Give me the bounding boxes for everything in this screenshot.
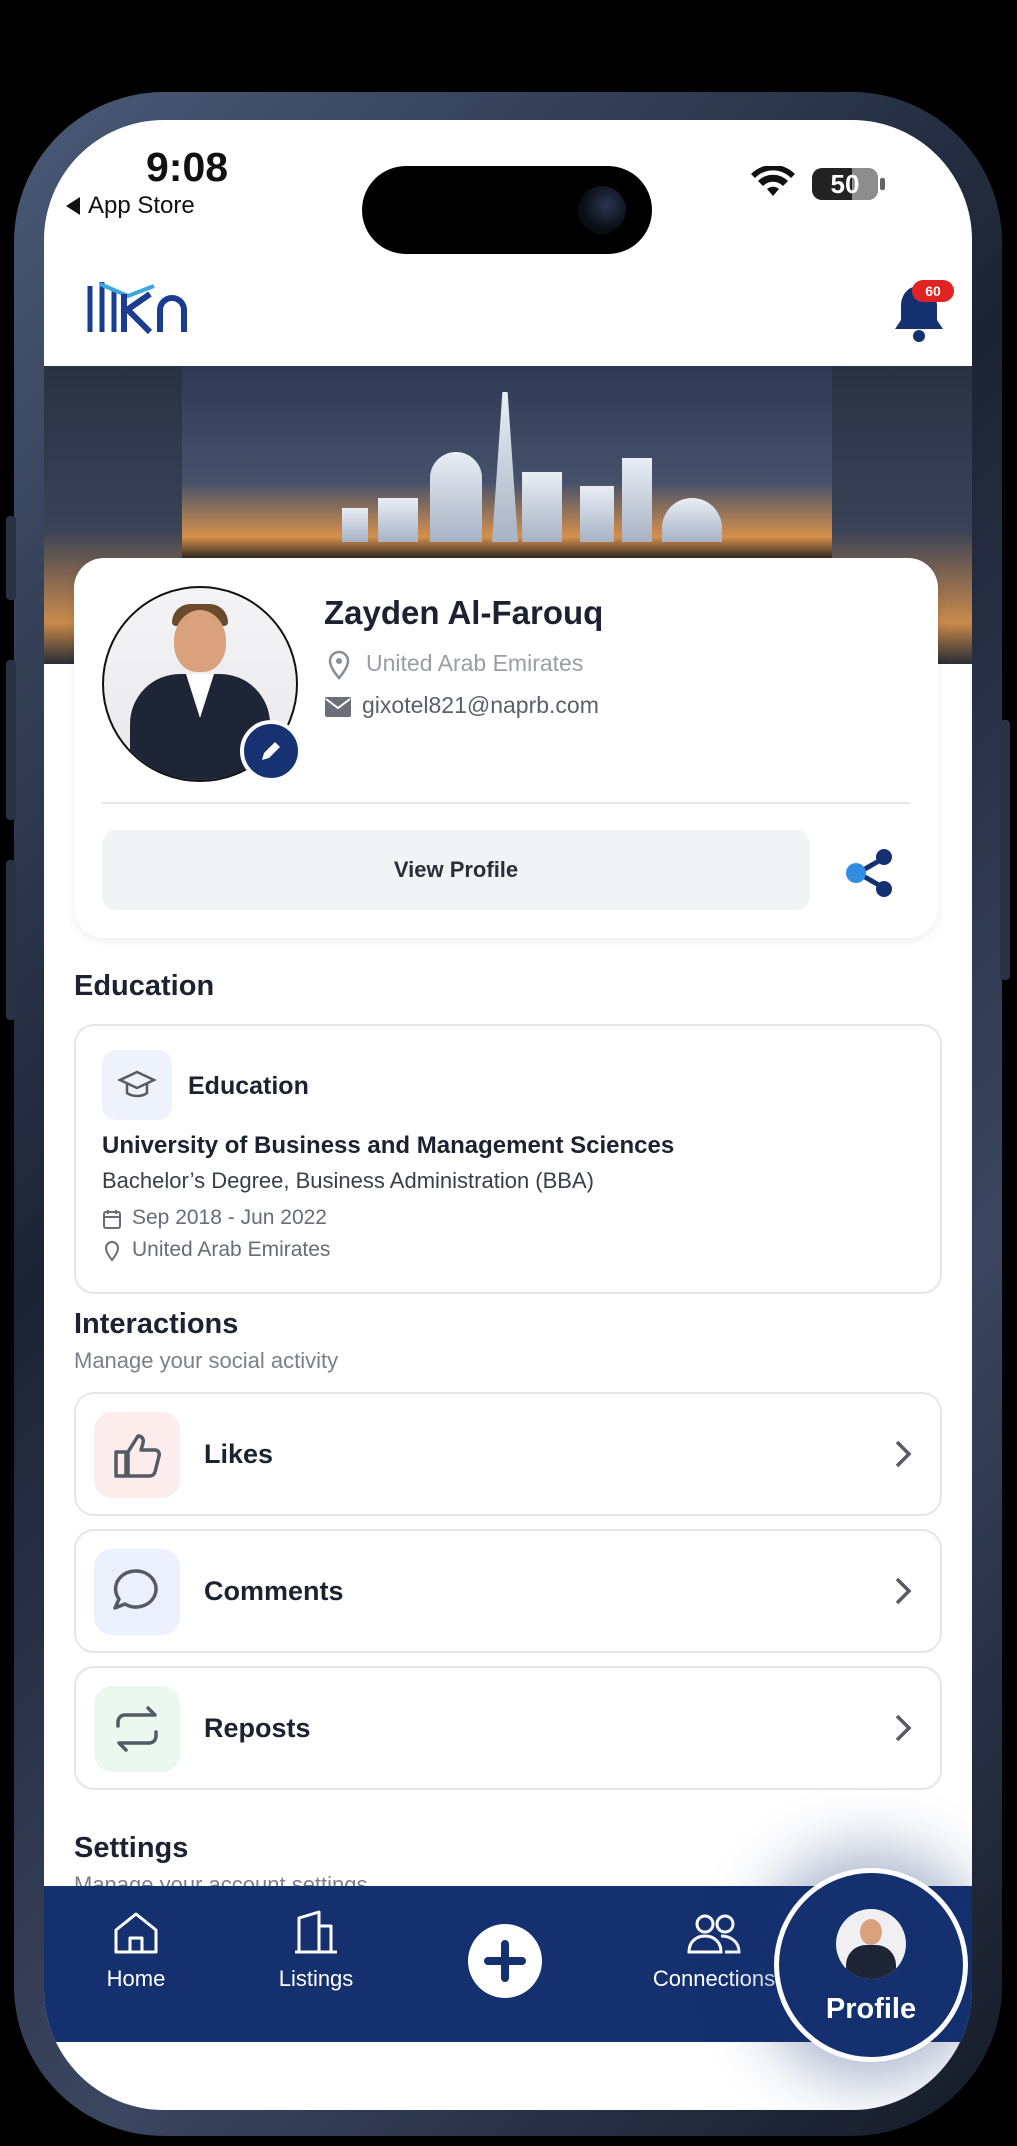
edit-avatar-button[interactable] — [240, 720, 302, 782]
back-to-app-store[interactable]: App Store — [66, 192, 195, 220]
notification-badge: 60 — [912, 280, 954, 302]
share-icon[interactable] — [844, 846, 898, 900]
divider — [102, 802, 910, 804]
nav-home-label: Home — [106, 1966, 166, 1991]
nav-profile[interactable]: Profile — [774, 1868, 968, 2062]
settings-section-title: Settings — [74, 1832, 189, 1864]
reposts-row[interactable]: Reposts — [74, 1666, 942, 1790]
calendar-icon — [103, 1210, 121, 1229]
repost-icon — [94, 1686, 180, 1772]
view-profile-button[interactable]: View Profile — [102, 830, 810, 910]
home-icon — [114, 1912, 158, 1954]
app-logo[interactable] — [84, 276, 202, 354]
add-post-button[interactable] — [468, 1924, 542, 1998]
chevron-right-icon — [895, 1714, 912, 1742]
likes-label: Likes — [204, 1439, 274, 1469]
nav-listings[interactable]: Listings — [264, 1886, 368, 2042]
profile-name: Zayden Al-Farouq — [324, 594, 604, 631]
pencil-icon — [262, 742, 280, 760]
education-card-label: Education — [188, 1072, 309, 1100]
graduation-cap-icon — [117, 1070, 157, 1098]
camera-icon — [578, 186, 626, 234]
education-university: University of Business and Management Sc… — [102, 1132, 675, 1159]
education-location: United Arab Emirates — [132, 1238, 331, 1261]
battery-indicator: 50 — [812, 168, 878, 200]
wifi-icon — [751, 166, 795, 196]
graduation-cap-icon-box — [102, 1050, 172, 1120]
profile-email: gixotel821@naprb.com — [362, 692, 599, 718]
phone-screen: 9:08 App Store 50 60 Zayden Al-Farouq Un… — [44, 120, 972, 2110]
phone-side-button — [1000, 720, 1010, 980]
avatar — [836, 1909, 906, 1979]
likes-row[interactable]: Likes — [74, 1392, 942, 1516]
location-pin-icon — [104, 1240, 120, 1262]
education-section-title: Education — [74, 970, 215, 1002]
thumbs-up-icon — [94, 1412, 180, 1498]
comments-row[interactable]: Comments — [74, 1529, 942, 1653]
logo-icon — [87, 282, 187, 335]
comment-icon — [94, 1549, 180, 1635]
back-app-label: App Store — [88, 192, 195, 219]
education-dates: Sep 2018 - Jun 2022 — [132, 1206, 327, 1229]
nav-home[interactable]: Home — [84, 1886, 188, 2042]
plus-icon — [484, 1940, 526, 1982]
phone-side-button — [6, 660, 16, 820]
interactions-section-title: Interactions — [74, 1308, 239, 1340]
phone-side-button — [6, 860, 16, 1020]
email-icon — [325, 697, 351, 717]
nav-listings-label: Listings — [278, 1966, 354, 1991]
interactions-subtitle: Manage your social activity — [74, 1348, 339, 1373]
building-icon — [295, 1910, 337, 1954]
profile-location: United Arab Emirates — [366, 650, 584, 676]
nav-profile-label: Profile — [825, 1993, 917, 2025]
battery-tip — [880, 178, 885, 190]
education-degree: Bachelor’s Degree, Business Administrati… — [102, 1168, 594, 1193]
dynamic-island — [362, 166, 652, 254]
chevron-right-icon — [895, 1440, 912, 1468]
reposts-label: Reposts — [204, 1713, 311, 1743]
phone-side-button — [6, 516, 16, 600]
people-icon — [687, 1914, 741, 1954]
chevron-right-icon — [895, 1577, 912, 1605]
location-pin-icon — [328, 650, 350, 680]
status-time: 9:08 — [146, 144, 229, 190]
back-arrow-icon — [66, 197, 80, 215]
comments-label: Comments — [204, 1576, 344, 1606]
